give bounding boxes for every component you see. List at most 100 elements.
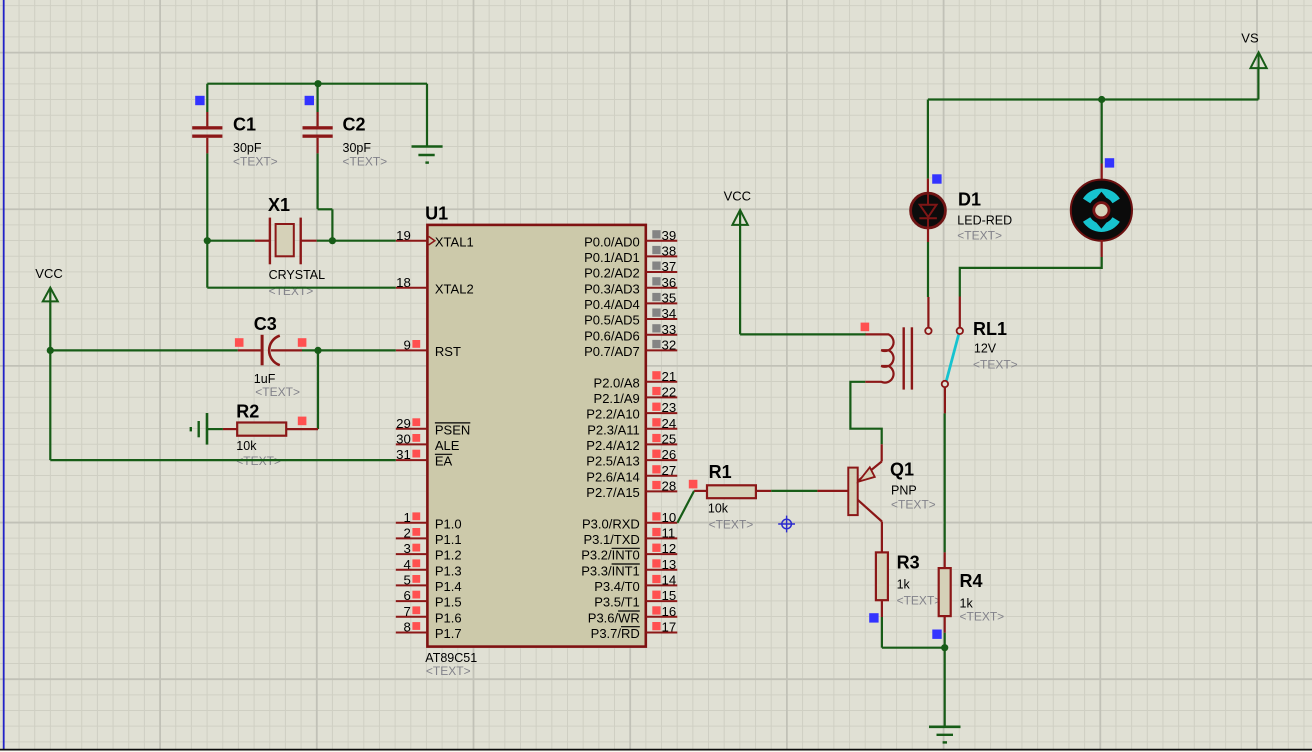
svg-text:36: 36: [662, 275, 677, 290]
svg-text:30pF: 30pF: [343, 141, 372, 155]
svg-text:VCC: VCC: [35, 266, 62, 281]
svg-text:C1: C1: [233, 115, 256, 135]
svg-text:<TEXT>: <TEXT>: [957, 229, 1002, 243]
svg-text:2: 2: [403, 526, 410, 541]
svg-text:VS: VS: [1241, 31, 1259, 46]
svg-text:Q1: Q1: [890, 460, 914, 480]
svg-text:9: 9: [403, 338, 410, 353]
svg-text:16: 16: [662, 604, 677, 619]
svg-text:P1.7: P1.7: [435, 626, 462, 641]
svg-text:31: 31: [396, 447, 411, 462]
svg-text:39: 39: [662, 228, 677, 243]
svg-text:P3.6/WR: P3.6/WR: [588, 610, 640, 625]
svg-text:P2.3/A11: P2.3/A11: [587, 422, 640, 437]
svg-text:P3.2/INT0: P3.2/INT0: [581, 548, 640, 563]
svg-text:5: 5: [403, 573, 410, 588]
svg-text:21: 21: [662, 369, 677, 384]
svg-text:6: 6: [403, 588, 410, 603]
svg-text:10k: 10k: [236, 439, 257, 453]
svg-text:37: 37: [662, 259, 677, 274]
svg-text:22: 22: [662, 385, 677, 400]
svg-text:25: 25: [662, 432, 677, 447]
svg-text:24: 24: [662, 416, 677, 431]
svg-text:X1: X1: [268, 195, 290, 215]
svg-text:<TEXT>: <TEXT>: [973, 357, 1018, 371]
svg-text:EA: EA: [435, 454, 453, 469]
svg-text:RL1: RL1: [973, 319, 1007, 339]
svg-text:R1: R1: [709, 462, 732, 482]
svg-text:12: 12: [662, 541, 677, 556]
svg-text:P1.1: P1.1: [435, 532, 462, 547]
svg-text:28: 28: [662, 479, 677, 494]
svg-text:P0.7/AD7: P0.7/AD7: [584, 344, 640, 359]
svg-text:18: 18: [396, 275, 411, 290]
svg-text:VCC: VCC: [724, 188, 751, 203]
svg-text:P3.0/RXD: P3.0/RXD: [582, 516, 640, 531]
svg-text:P2.7/A15: P2.7/A15: [586, 485, 640, 500]
svg-text:P1.0: P1.0: [435, 516, 462, 531]
svg-text:D1: D1: [958, 190, 981, 210]
svg-text:P0.1/AD1: P0.1/AD1: [584, 250, 640, 265]
svg-text:29: 29: [396, 416, 411, 431]
svg-text:C3: C3: [254, 314, 277, 334]
svg-text:30: 30: [396, 432, 411, 447]
svg-text:8: 8: [403, 620, 410, 635]
svg-text:XTAL2: XTAL2: [435, 281, 474, 296]
svg-text:ALE: ALE: [435, 438, 460, 453]
svg-text:15: 15: [662, 588, 677, 603]
svg-text:P2.6/A14: P2.6/A14: [586, 469, 640, 484]
svg-text:P1.5: P1.5: [435, 595, 462, 610]
svg-text:P3.7/RD: P3.7/RD: [591, 626, 640, 641]
svg-text:14: 14: [662, 573, 677, 588]
svg-text:P2.5/A13: P2.5/A13: [586, 454, 640, 469]
svg-text:P3.5/T1: P3.5/T1: [594, 595, 640, 610]
svg-text:10k: 10k: [708, 502, 729, 516]
svg-text:P1.3: P1.3: [435, 563, 462, 578]
svg-text:U1: U1: [425, 204, 448, 224]
svg-text:1k: 1k: [897, 578, 911, 592]
svg-text:<TEXT>: <TEXT>: [269, 284, 314, 298]
svg-text:<TEXT>: <TEXT>: [255, 385, 300, 399]
svg-text:P1.4: P1.4: [435, 579, 462, 594]
svg-text:<TEXT>: <TEXT>: [709, 518, 754, 532]
svg-text:P2.0/A8: P2.0/A8: [594, 375, 640, 390]
svg-text:19: 19: [396, 228, 411, 243]
svg-text:10: 10: [662, 510, 677, 525]
svg-text:RST: RST: [435, 344, 461, 359]
svg-text:7: 7: [403, 604, 410, 619]
svg-text:R4: R4: [960, 571, 983, 591]
svg-text:26: 26: [662, 447, 677, 462]
svg-text:P0.3/AD3: P0.3/AD3: [584, 281, 640, 296]
svg-text:P2.2/A10: P2.2/A10: [586, 407, 640, 422]
svg-text:<TEXT>: <TEXT>: [960, 610, 1005, 624]
svg-text:12V: 12V: [974, 342, 997, 356]
svg-text:1k: 1k: [960, 596, 974, 610]
svg-text:P3.4/T0: P3.4/T0: [594, 579, 640, 594]
svg-text:13: 13: [662, 557, 677, 572]
svg-text:P1.6: P1.6: [435, 610, 462, 625]
svg-text:P0.0/AD0: P0.0/AD0: [584, 234, 640, 249]
svg-text:LED-RED: LED-RED: [957, 213, 1012, 227]
svg-text:R2: R2: [236, 402, 259, 422]
svg-text:<TEXT>: <TEXT>: [426, 664, 471, 678]
svg-text:CRYSTAL: CRYSTAL: [269, 268, 326, 282]
svg-text:17: 17: [662, 620, 677, 635]
svg-text:P0.6/AD6: P0.6/AD6: [584, 328, 640, 343]
svg-text:4: 4: [403, 557, 410, 572]
svg-text:33: 33: [662, 322, 677, 337]
svg-text:27: 27: [662, 463, 677, 478]
svg-text:34: 34: [662, 306, 677, 321]
svg-text:AT89C51: AT89C51: [425, 651, 477, 665]
svg-text:<TEXT>: <TEXT>: [233, 154, 278, 168]
svg-text:R3: R3: [897, 553, 920, 573]
svg-text:P0.4/AD4: P0.4/AD4: [584, 297, 640, 312]
svg-text:P2.1/A9: P2.1/A9: [594, 391, 640, 406]
svg-text:1uF: 1uF: [254, 372, 276, 386]
svg-text:C2: C2: [343, 115, 366, 135]
svg-text:P3.3/INT1: P3.3/INT1: [581, 563, 640, 578]
svg-text:<TEXT>: <TEXT>: [343, 154, 388, 168]
svg-text:23: 23: [662, 400, 677, 415]
svg-text:P2.4/A12: P2.4/A12: [586, 438, 640, 453]
svg-text:P3.1/TXD: P3.1/TXD: [583, 532, 639, 547]
svg-text:38: 38: [662, 244, 677, 259]
